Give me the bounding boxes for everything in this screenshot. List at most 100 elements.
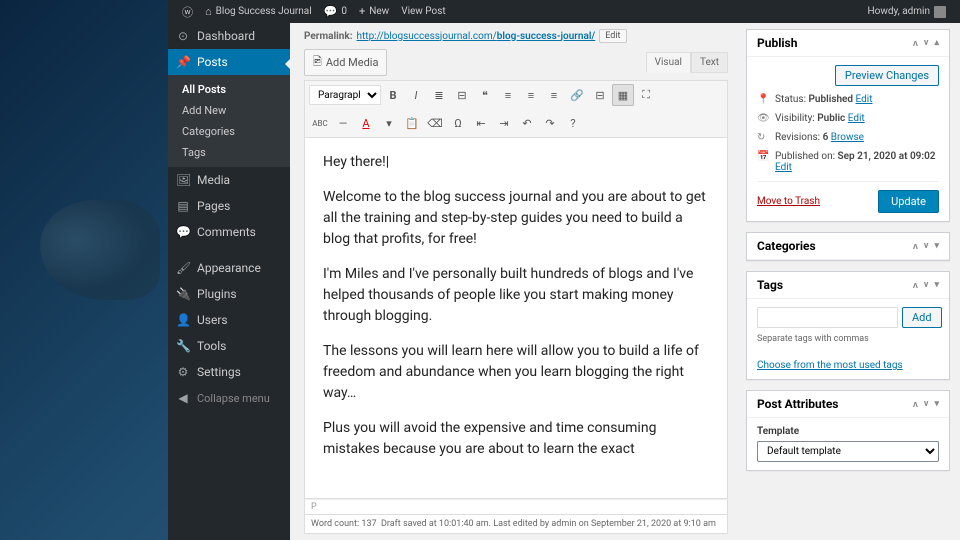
nav-appearance[interactable]: 🖌Appearance — [168, 255, 290, 281]
permalink-edit-button[interactable]: Edit — [599, 29, 626, 43]
template-select[interactable]: Default template — [757, 441, 939, 462]
undo-button[interactable]: ↶ — [516, 112, 538, 134]
link-button[interactable]: 🔗 — [566, 84, 588, 106]
nav-comments[interactable]: 💬Comments — [168, 219, 290, 245]
chevron-down-icon[interactable]: ▾ — [378, 112, 400, 134]
comments-link[interactable]: 💬0 — [318, 5, 353, 18]
post-attributes-box: Post Attributesʌv▾ Template Default temp… — [746, 390, 950, 471]
number-list-button[interactable]: ⊟ — [451, 84, 473, 106]
chevron-up-icon[interactable]: ʌ — [913, 38, 918, 49]
nav-dashboard[interactable]: ⊙Dashboard — [168, 23, 290, 49]
template-label: Template — [757, 426, 939, 437]
wordpress-icon: ⓦ — [182, 4, 193, 20]
chevron-down-icon[interactable]: ▾ — [934, 399, 939, 410]
editor-toolbar: Paragraph B I ≣ ⊟ ❝ ≡ ≡ ≡ 🔗 ⊟ ▦ ⛶ — [304, 80, 728, 138]
hr-button[interactable]: — — [332, 112, 354, 134]
pin-icon: 📍 — [757, 94, 769, 105]
nav-tags[interactable]: Tags — [168, 142, 290, 163]
nav-collapse[interactable]: ◀Collapse menu — [168, 385, 290, 411]
nav-tools[interactable]: 🔧Tools — [168, 333, 290, 359]
chevron-down-icon[interactable]: v — [924, 38, 929, 49]
site-name: Blog Success Journal — [216, 6, 312, 17]
edit-status-link[interactable]: Edit — [856, 94, 873, 105]
edit-visibility-link[interactable]: Edit — [848, 113, 865, 124]
howdy[interactable]: Howdy, admin — [862, 6, 952, 18]
more-button[interactable]: ⊟ — [589, 84, 611, 106]
tags-box: Tagsʌv▾ Add Separate tags with commas Ch… — [746, 271, 950, 380]
preview-changes-button[interactable]: Preview Changes — [835, 65, 939, 86]
brush-icon: 🖌 — [176, 261, 190, 275]
user-icon: 👤 — [176, 313, 190, 327]
paste-button[interactable]: 📋 — [401, 112, 423, 134]
chevron-down-icon[interactable]: ▾ — [934, 280, 939, 291]
update-button[interactable]: Update — [878, 190, 939, 213]
comment-icon: 💬 — [176, 225, 190, 239]
indent-button[interactable]: ⇥ — [493, 112, 515, 134]
add-media-button[interactable]: 🖻Add Media — [304, 49, 387, 76]
nav-categories[interactable]: Categories — [168, 121, 290, 142]
permalink-row: Permalink: http://blogsuccessjournal.com… — [304, 29, 728, 43]
pin-icon: 📌 — [176, 55, 190, 69]
post-paragraph: Welcome to the blog success journal and … — [323, 187, 709, 250]
chevron-down-icon[interactable]: v — [924, 280, 929, 291]
chevron-down-icon[interactable]: ▾ — [934, 241, 939, 252]
outdent-button[interactable]: ⇤ — [470, 112, 492, 134]
nav-media[interactable]: 🖼Media — [168, 167, 290, 193]
bullet-list-button[interactable]: ≣ — [428, 84, 450, 106]
home-icon: ⌂ — [205, 5, 212, 18]
text-color-button[interactable]: A — [355, 112, 377, 134]
media-icon: 🖻 — [313, 53, 322, 72]
tab-visual[interactable]: Visual — [646, 52, 691, 73]
toolbar-toggle-button[interactable]: ▦ — [612, 84, 634, 106]
chevron-up-icon[interactable]: ▴ — [934, 38, 939, 49]
permalink-slug: blog-success-journal/ — [497, 31, 595, 42]
special-char-button[interactable]: Ω — [447, 112, 469, 134]
nav-users[interactable]: 👤Users — [168, 307, 290, 333]
media-icon: 🖼 — [176, 173, 190, 187]
clear-format-button[interactable]: ⌫ — [424, 112, 446, 134]
align-left-button[interactable]: ≡ — [497, 84, 519, 106]
most-used-tags-link[interactable]: Choose from the most used tags — [757, 360, 903, 371]
view-post-link[interactable]: View Post — [395, 6, 451, 17]
nav-posts[interactable]: 📌Posts — [168, 49, 290, 75]
strikethrough-button[interactable]: ABC — [309, 112, 331, 134]
edit-date-link[interactable]: Edit — [775, 162, 792, 173]
site-link[interactable]: ⌂ Blog Success Journal — [199, 5, 318, 18]
admin-sidebar: ⊙Dashboard 📌Posts All Posts Add New Cate… — [168, 23, 290, 540]
tab-text[interactable]: Text — [691, 52, 728, 73]
redo-button[interactable]: ↷ — [539, 112, 561, 134]
post-paragraph: Plus you will avoid the expensive and ti… — [323, 418, 709, 460]
nav-add-new[interactable]: Add New — [168, 100, 290, 121]
nav-all-posts[interactable]: All Posts — [168, 79, 290, 100]
quote-button[interactable]: ❝ — [474, 84, 496, 106]
revisions-icon: ↻ — [757, 132, 769, 143]
italic-button[interactable]: I — [405, 84, 427, 106]
help-button[interactable]: ? — [562, 112, 584, 134]
chevron-up-icon[interactable]: ʌ — [913, 241, 918, 252]
chevron-up-icon[interactable]: ʌ — [913, 280, 918, 291]
comment-icon: 💬 — [324, 5, 338, 18]
settings-icon: ⚙ — [176, 365, 190, 379]
nav-plugins[interactable]: 🔌Plugins — [168, 281, 290, 307]
post-paragraph: Hey there! — [323, 154, 386, 170]
path-bar: P — [304, 499, 728, 515]
fullscreen-button[interactable]: ⛶ — [635, 84, 657, 106]
editor-content[interactable]: Hey there! Welcome to the blog success j… — [304, 138, 728, 499]
nav-pages[interactable]: ▤Pages — [168, 193, 290, 219]
chevron-down-icon[interactable]: v — [924, 399, 929, 410]
permalink-link[interactable]: http://blogsuccessjournal.com/blog-succe… — [357, 31, 596, 42]
browse-revisions-link[interactable]: Browse — [831, 132, 864, 143]
align-right-button[interactable]: ≡ — [543, 84, 565, 106]
add-tag-button[interactable]: Add — [902, 307, 942, 328]
bold-button[interactable]: B — [382, 84, 404, 106]
permalink-label: Permalink: — [304, 31, 353, 42]
align-center-button[interactable]: ≡ — [520, 84, 542, 106]
chevron-up-icon[interactable]: ʌ — [913, 399, 918, 410]
chevron-down-icon[interactable]: v — [924, 241, 929, 252]
nav-settings[interactable]: ⚙Settings — [168, 359, 290, 385]
wp-logo[interactable]: ⓦ — [176, 4, 199, 20]
format-select[interactable]: Paragraph — [309, 85, 381, 105]
new-link[interactable]: +New — [353, 5, 395, 18]
tag-input[interactable] — [757, 307, 898, 328]
move-to-trash-link[interactable]: Move to Trash — [757, 196, 820, 207]
